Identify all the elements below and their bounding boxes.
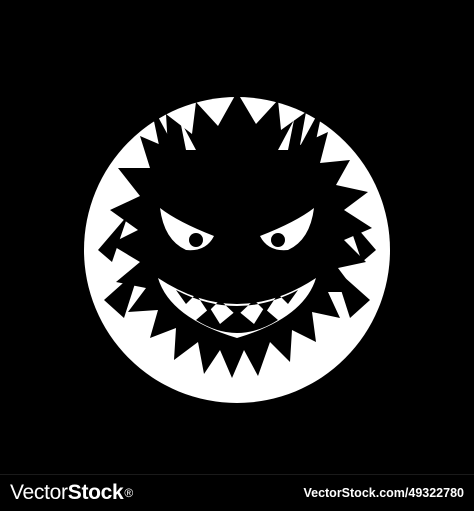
vectorstock-logo: Vector Stock ® [10, 481, 133, 505]
monster-face-icon [84, 92, 390, 403]
registered-mark: ® [124, 486, 133, 500]
image-canvas: Vector Stock ® VectorStock.com/49322780 [0, 0, 474, 511]
brand-right: Stock [67, 481, 124, 504]
left-pupil [189, 233, 203, 247]
right-pupil [271, 233, 285, 247]
footer-bar: Vector Stock ® VectorStock.com/49322780 [0, 474, 474, 511]
image-credit: VectorStock.com/49322780 [303, 486, 464, 500]
brand-left: Vector [10, 481, 68, 504]
